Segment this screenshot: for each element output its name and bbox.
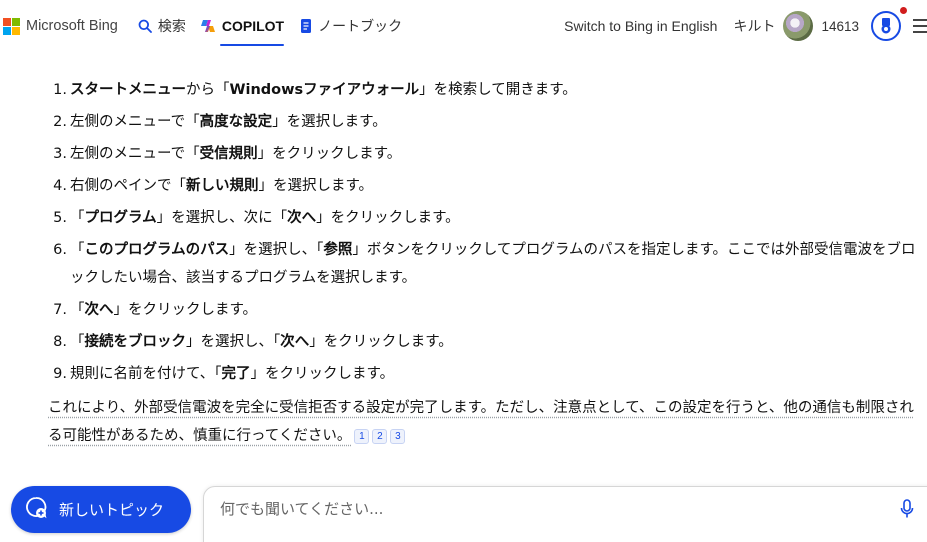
top-bar: Microsoft Bing 検索 COPILOT ノートブック Switch … [0,0,927,52]
step-emphasis: 次へ [280,334,309,350]
step-fragment: 」を選択し、「 [186,334,280,350]
step-emphasis: 参照 [323,242,352,258]
chat-input[interactable] [220,500,860,518]
citation-badge[interactable]: 2 [372,429,387,444]
notification-dot [900,7,907,14]
list-item: 9. 規則に名前を付けて、「完了」をクリックします。 [48,360,918,388]
step-fragment: から「 [186,82,230,98]
step-number: 7. [48,296,70,324]
avatar[interactable] [783,11,813,41]
step-fragment: 」を選択します。 [259,178,374,194]
notebook-icon [300,18,312,34]
rewards-points[interactable]: 14613 [821,19,859,34]
header-right: Switch to Bing in English キルト 14613 [564,0,927,52]
nav-copilot[interactable]: COPILOT [200,0,284,52]
step-emphasis: 新しい規則 [186,178,259,194]
user-name[interactable]: キルト [733,16,775,36]
brand-name: Microsoft Bing [26,18,118,34]
step-number: 6. [48,236,70,292]
copilot-icon [200,18,216,34]
step-text: 「接続をブロック」を選択し、「次へ」をクリックします。 [70,328,918,356]
step-number: 8. [48,328,70,356]
step-fragment: 」をクリックします。 [114,302,258,318]
step-number: 1. [48,76,70,104]
step-number: 5. [48,204,70,232]
step-fragment: 「 [70,302,85,318]
steps-list: 1. スタートメニューから「Windowsファイアウォール」を検索して開きます。 2… [48,76,918,388]
step-emphasis: 高度な設定 [200,114,273,130]
step-fragment: 規則に名前を付けて、「 [70,366,222,382]
rewards-medal-icon[interactable] [871,11,901,41]
answer-content: 1. スタートメニューから「Windowsファイアウォール」を検索して開きます。 2… [48,76,918,450]
nav-search[interactable]: 検索 [138,16,186,36]
step-emphasis: Windowsファイアウォール [230,82,420,98]
step-text: スタートメニューから「Windowsファイアウォール」を検索して開きます。 [70,76,918,104]
step-fragment: 」をクリックします。 [309,334,453,350]
nav-notebook-label: ノートブック [318,16,402,36]
step-number: 9. [48,360,70,388]
step-fragment: 「 [70,334,85,350]
citation-list: 123 [351,428,405,444]
new-topic-button[interactable]: 新しいトピック [11,486,191,533]
step-text: 右側のペインで「新しい規則」を選択します。 [70,172,918,200]
step-text: 「次へ」をクリックします。 [70,296,918,324]
list-item: 3. 左側のメニューで「受信規則」をクリックします。 [48,140,918,168]
step-text: 規則に名前を付けて、「完了」をクリックします。 [70,360,918,388]
summary-text: これにより、外部受信電波を完全に受信拒否する設定が完了します。ただし、注意点とし… [48,400,914,444]
bing-brand[interactable]: Microsoft Bing [3,18,118,35]
step-emphasis: 次へ [287,210,316,226]
step-fragment: 」を選択し、次に「 [157,210,288,226]
microphone-icon[interactable] [900,499,914,523]
list-item: 5. 「プログラム」を選択し、次に「次へ」をクリックします。 [48,204,918,232]
step-fragment: 「 [70,242,85,258]
step-emphasis: このプログラムのパス [85,242,230,258]
step-fragment: 右側のペインで「 [70,178,186,194]
step-number: 3. [48,140,70,168]
step-emphasis: 受信規則 [200,146,258,162]
step-emphasis: 接続をブロック [85,334,187,350]
step-fragment: 」を選択し、「 [229,242,323,258]
nav-search-label: 検索 [158,16,186,36]
step-text: 左側のメニューで「高度な設定」を選択します。 [70,108,918,136]
step-emphasis: スタートメニュー [70,82,186,98]
step-fragment: 」をクリックします。 [316,210,460,226]
step-emphasis: 完了 [222,366,251,382]
citation-badge[interactable]: 1 [354,429,369,444]
citation-badge[interactable]: 3 [390,429,405,444]
switch-language-link[interactable]: Switch to Bing in English [564,18,717,34]
list-item: 4. 右側のペインで「新しい規則」を選択します。 [48,172,918,200]
step-emphasis: 次へ [85,302,114,318]
nav-notebook[interactable]: ノートブック [300,16,402,36]
step-text: 左側のメニューで「受信規則」をクリックします。 [70,140,918,168]
step-number: 4. [48,172,70,200]
step-text: 「このプログラムのパス」を選択し、「参照」ボタンをクリックしてプログラムのパスを… [70,236,918,292]
search-icon [138,19,152,33]
menu-icon[interactable] [913,19,927,33]
new-topic-icon [23,495,49,525]
step-emphasis: プログラム [85,210,157,226]
list-item: 1. スタートメニューから「Windowsファイアウォール」を検索して開きます。 [48,76,918,104]
microsoft-logo-icon [3,18,20,35]
list-item: 7. 「次へ」をクリックします。 [48,296,918,324]
step-number: 2. [48,108,70,136]
step-text: 「プログラム」を選択し、次に「次へ」をクリックします。 [70,204,918,232]
step-fragment: 」をクリックします。 [258,146,402,162]
summary-paragraph: これにより、外部受信電波を完全に受信拒否する設定が完了します。ただし、注意点とし… [48,394,918,450]
step-fragment: 左側のメニューで「 [70,114,200,130]
list-item: 2. 左側のメニューで「高度な設定」を選択します。 [48,108,918,136]
list-item: 6. 「このプログラムのパス」を選択し、「参照」ボタンをクリックしてプログラムのパ… [48,236,918,292]
step-fragment: 」をクリックします。 [251,366,395,382]
list-item: 8. 「接続をブロック」を選択し、「次へ」をクリックします。 [48,328,918,356]
nav-copilot-label: COPILOT [222,18,284,34]
step-fragment: 」を選択します。 [272,114,387,130]
step-fragment: 」を検索して開きます。 [419,82,577,98]
step-fragment: 「 [70,210,85,226]
chat-input-box [203,486,927,542]
copilot-page: Microsoft Bing 検索 COPILOT ノートブック Switch … [0,0,927,542]
new-topic-label: 新しいトピック [59,499,164,520]
step-fragment: 左側のメニューで「 [70,146,200,162]
